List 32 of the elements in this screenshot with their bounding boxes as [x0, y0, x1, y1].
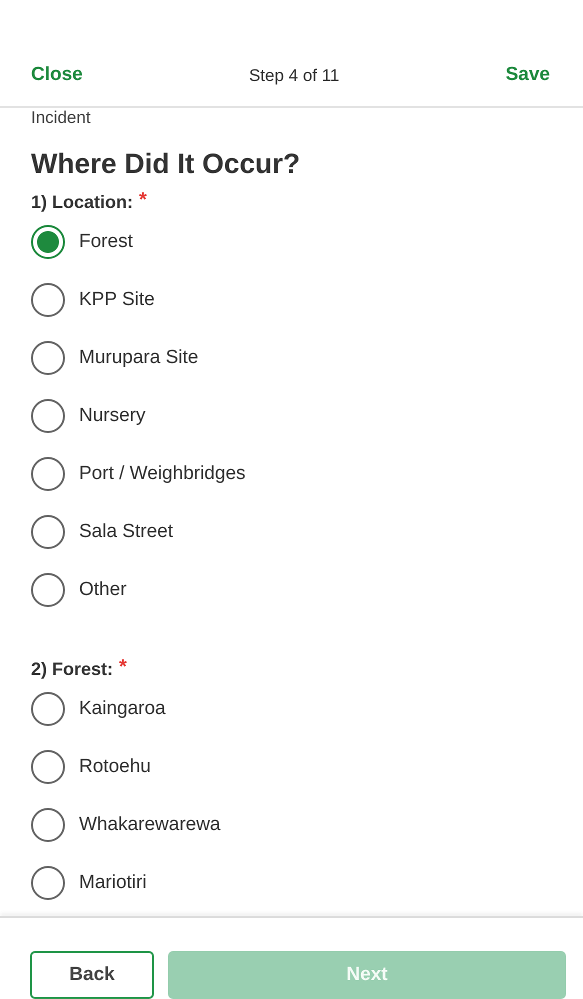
option-label: Forest	[79, 230, 133, 253]
option-label: Mariotiri	[79, 872, 147, 894]
option-label: Other	[79, 578, 127, 601]
radio-button[interactable]	[31, 456, 65, 491]
option-label: KPP Site	[79, 288, 155, 311]
required-mark: *	[119, 658, 127, 676]
radio-button[interactable]	[31, 866, 65, 900]
radio-button[interactable]	[31, 398, 65, 433]
option-label: Rotoehu	[79, 756, 151, 778]
option-label: Nursery	[79, 404, 146, 427]
required-mark: *	[139, 190, 147, 209]
back-button[interactable]: Back	[30, 951, 154, 999]
radio-button[interactable]	[31, 750, 65, 784]
option-label: Port / Weighbridges	[79, 462, 246, 485]
question-label: 1) Location:	[31, 190, 133, 213]
section-title: Incident	[31, 108, 92, 128]
radio-button[interactable]	[31, 282, 65, 317]
save-button[interactable]: Save	[506, 64, 550, 86]
radio-button[interactable]	[31, 224, 65, 259]
close-button[interactable]: Close	[31, 64, 83, 86]
question-label: 2) Forest:	[31, 658, 114, 680]
option-label: Murupara Site	[79, 346, 198, 369]
option-label: Sala Street	[79, 520, 173, 543]
radio-button[interactable]	[31, 808, 65, 842]
radio-button[interactable]	[31, 692, 65, 726]
option-label: Whakarewarewa	[79, 814, 220, 836]
radio-button[interactable]	[31, 340, 65, 375]
option-label: Kaingaroa	[79, 698, 166, 720]
radio-button[interactable]	[31, 514, 65, 549]
step-counter: Step 4 of 11	[248, 66, 340, 86]
radio-button[interactable]	[31, 572, 65, 607]
page-heading: Where Did It Occur?	[31, 146, 302, 181]
